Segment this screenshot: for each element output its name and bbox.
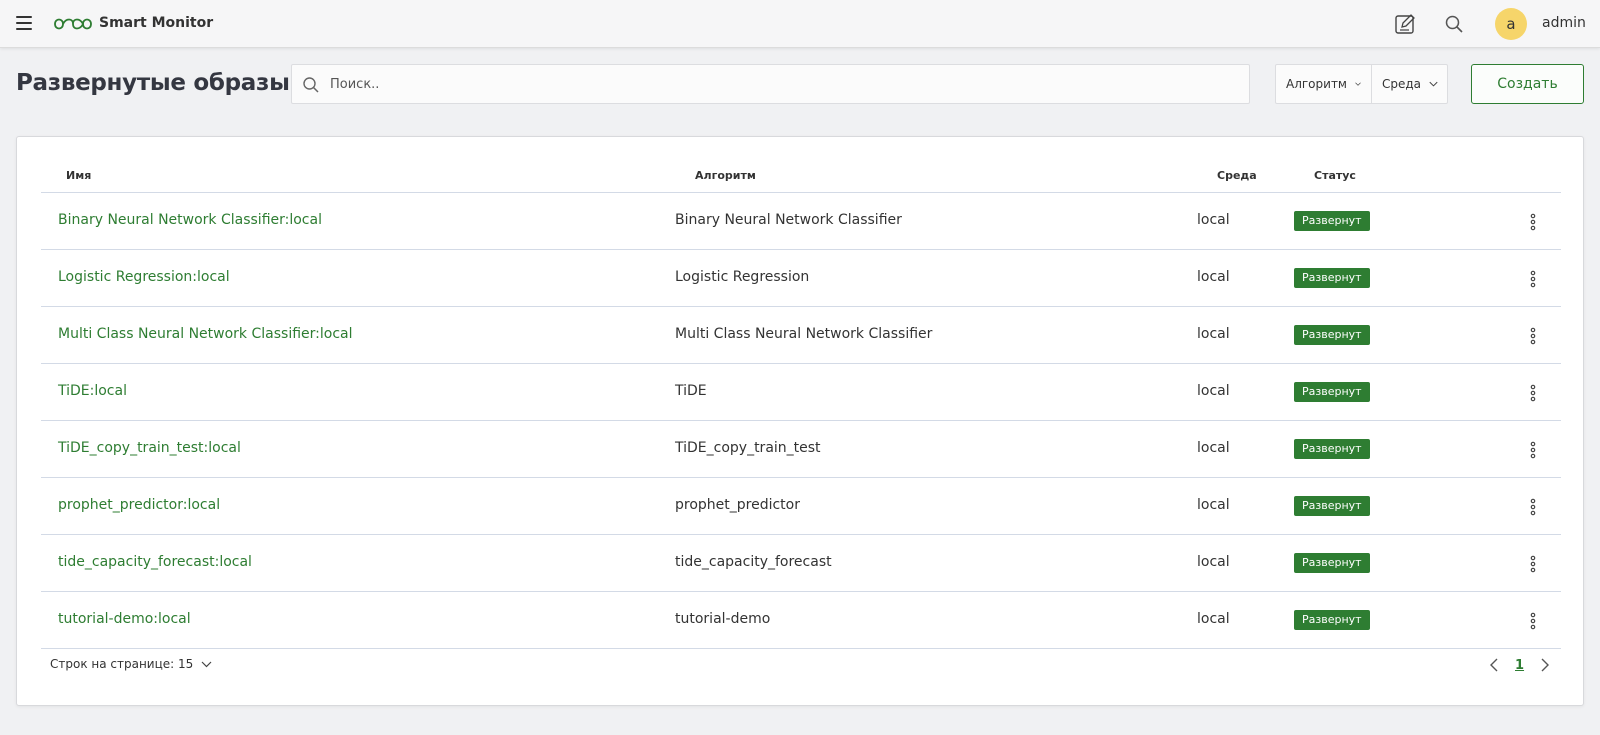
status-badge: Развернут (1294, 439, 1370, 459)
chevron-down-icon (1429, 81, 1438, 87)
status-badge: Развернут (1294, 610, 1370, 630)
more-options-icon[interactable] (1524, 611, 1542, 631)
table-row: tide_capacity_forecast:local tide_capacit… (41, 535, 1561, 592)
environment-cell: local (1197, 383, 1230, 399)
environment-cell: local (1197, 326, 1230, 342)
environment-cell: local (1197, 611, 1230, 627)
menu-icon[interactable] (16, 16, 32, 32)
infinity-logo[interactable] (52, 14, 94, 34)
image-name-link[interactable]: tutorial-demo:local (58, 611, 191, 627)
column-header-environment[interactable]: Среда (1217, 169, 1257, 182)
table-row: TiDE_copy_train_test:local TiDE_copy_trai… (41, 421, 1561, 478)
search-box (291, 64, 1250, 104)
image-name-link[interactable]: Binary Neural Network Classifier:local (58, 212, 322, 228)
algorithm-cell: prophet_predictor (675, 497, 800, 513)
algorithm-cell: Multi Class Neural Network Classifier (675, 326, 933, 342)
status-badge: Развернут (1294, 496, 1370, 516)
algorithm-cell: tide_capacity_forecast (675, 554, 832, 570)
images-table-card: Имя Алгоритм Среда Статус Binary Neural … (16, 136, 1584, 706)
image-name-link[interactable]: TiDE_copy_train_test:local (58, 440, 241, 456)
app-title: Smart Monitor (99, 15, 214, 31)
page-number[interactable]: 1 (1515, 658, 1524, 673)
environment-cell: local (1197, 212, 1230, 228)
more-options-icon[interactable] (1524, 497, 1542, 517)
algorithm-cell: TiDE (675, 383, 707, 399)
environment-cell: local (1197, 269, 1230, 285)
header-search-icon[interactable] (1444, 14, 1464, 34)
create-button[interactable]: Создать (1471, 64, 1584, 104)
status-badge: Развернут (1294, 382, 1370, 402)
algorithm-cell: Binary Neural Network Classifier (675, 212, 902, 228)
environment-cell: local (1197, 554, 1230, 570)
environment-cell: local (1197, 440, 1230, 456)
algorithm-cell: TiDE_copy_train_test (675, 440, 821, 456)
chevron-down-icon (1355, 82, 1361, 86)
more-options-icon[interactable] (1524, 326, 1542, 346)
environment-cell: local (1197, 497, 1230, 513)
rows-per-page-select[interactable]: Строк на странице: 15 (50, 657, 212, 671)
more-options-icon[interactable] (1524, 554, 1542, 574)
pagination: 1 (1487, 655, 1552, 675)
more-options-icon[interactable] (1524, 383, 1542, 403)
status-badge: Развернут (1294, 325, 1370, 345)
edit-icon[interactable] (1395, 13, 1416, 34)
page-title: Развернутые образы (8) (16, 70, 334, 96)
more-options-icon[interactable] (1524, 212, 1542, 232)
environment-filter-button[interactable]: Среда (1372, 65, 1448, 103)
image-name-link[interactable]: Multi Class Neural Network Classifier:lo… (58, 326, 353, 342)
avatar[interactable]: a (1495, 8, 1527, 40)
algorithm-filter-label: Алгоритм (1286, 77, 1347, 91)
table-row: TiDE:local TiDE local Развернут (41, 364, 1561, 421)
chevron-right-icon[interactable] (1536, 657, 1552, 673)
status-badge: Развернут (1294, 211, 1370, 231)
image-name-link[interactable]: TiDE:local (58, 383, 127, 399)
image-name-link[interactable]: tide_capacity_forecast:local (58, 554, 252, 570)
algorithm-cell: Logistic Regression (675, 269, 810, 285)
filter-group: Алгоритм Среда (1275, 64, 1448, 104)
chevron-down-icon (201, 661, 212, 667)
status-badge: Развернут (1294, 553, 1370, 573)
username[interactable]: admin (1542, 15, 1586, 31)
image-name-link[interactable]: Logistic Regression:local (58, 269, 230, 285)
table-row: Binary Neural Network Classifier:local Bi… (41, 193, 1561, 250)
table-body: Binary Neural Network Classifier:local Bi… (41, 193, 1561, 649)
chevron-left-icon[interactable] (1487, 657, 1503, 673)
table-row: Multi Class Neural Network Classifier:lo… (41, 307, 1561, 364)
image-name-link[interactable]: prophet_predictor:local (58, 497, 220, 513)
status-badge: Развернут (1294, 268, 1370, 288)
more-options-icon[interactable] (1524, 269, 1542, 289)
environment-filter-label: Среда (1382, 77, 1422, 91)
table-row: Logistic Regression:local Logistic Regres… (41, 250, 1561, 307)
top-header: Smart Monitor a admin (0, 0, 1600, 48)
more-options-icon[interactable] (1524, 440, 1542, 460)
algorithm-cell: tutorial-demo (675, 611, 771, 627)
column-header-algorithm[interactable]: Алгоритм (695, 169, 756, 182)
table-row: prophet_predictor:local prophet_predictor… (41, 478, 1561, 535)
rows-per-page-label: Строк на странице: 15 (50, 657, 194, 671)
table-header: Имя Алгоритм Среда Статус (41, 159, 1561, 193)
algorithm-filter-button[interactable]: Алгоритм (1276, 65, 1372, 103)
search-icon (303, 77, 319, 93)
table-row: tutorial-demo:local tutorial-demo local Раз… (41, 592, 1561, 649)
search-input[interactable] (330, 65, 1230, 103)
column-header-name[interactable]: Имя (66, 169, 91, 182)
column-header-status[interactable]: Статус (1314, 169, 1356, 182)
